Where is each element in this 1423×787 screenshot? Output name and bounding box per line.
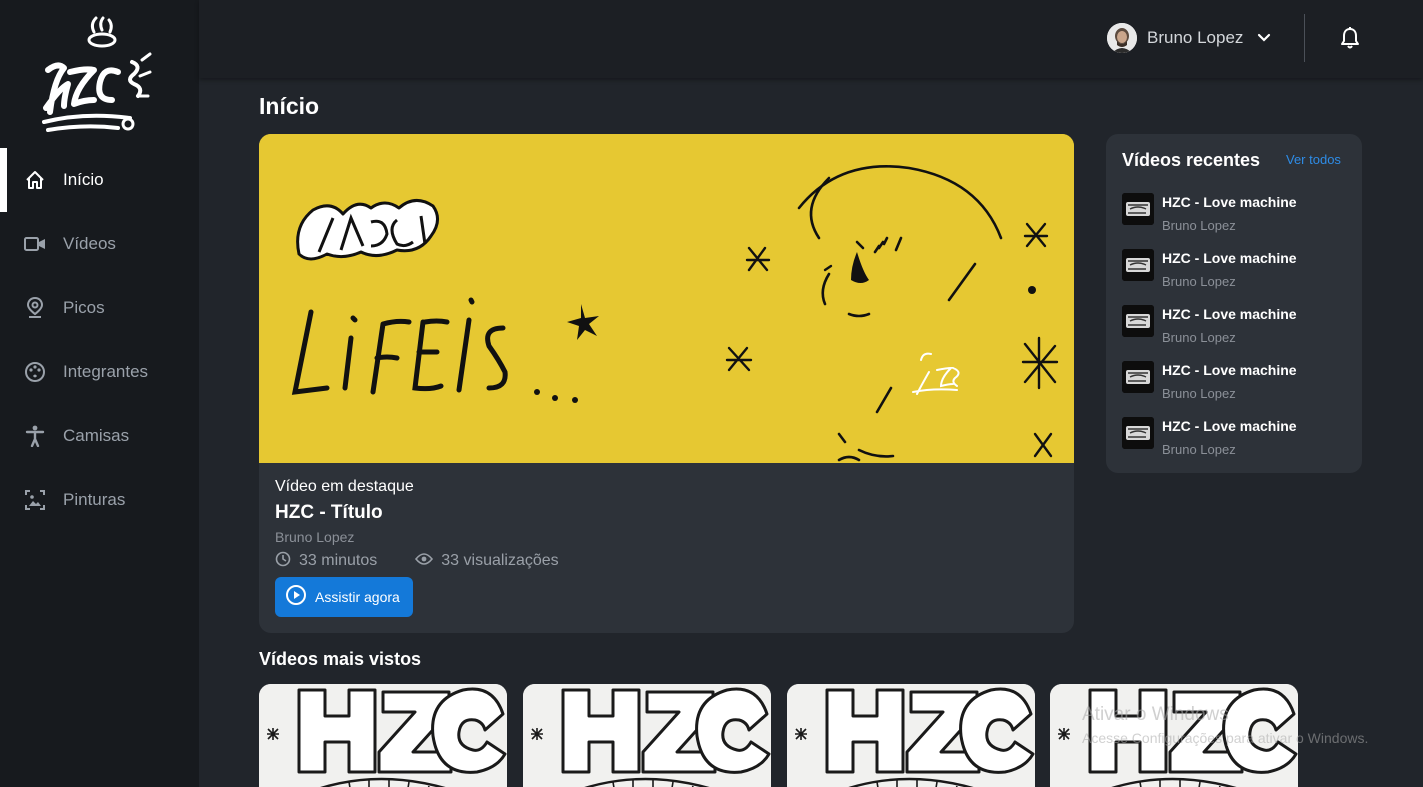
- user-name: Bruno Lopez: [1147, 28, 1244, 47]
- eye-icon: [415, 552, 441, 570]
- sidebar-item-pinturas[interactable]: Pinturas: [0, 468, 199, 532]
- bell-icon[interactable]: [1339, 26, 1361, 50]
- sidebar-item-picos[interactable]: Picos: [0, 276, 199, 340]
- home-icon: [23, 168, 47, 192]
- featured-label: Vídeo em destaque: [275, 478, 414, 495]
- sidebar-item-label: Pinturas: [63, 490, 126, 509]
- header-divider: [1304, 14, 1305, 62]
- video-thumbnail: [1122, 417, 1154, 449]
- avatar: [1107, 23, 1137, 53]
- sidebar-item-camisas[interactable]: Camisas: [0, 404, 199, 468]
- recent-video-item[interactable]: HZC - Love machine Bruno Lopez: [1122, 361, 1352, 409]
- recent-videos-panel: Vídeos recentes Ver todos HZC - Love mac…: [1106, 134, 1362, 473]
- most-viewed-video-card[interactable]: [787, 684, 1035, 787]
- video-camera-icon: [23, 232, 47, 256]
- see-all-link[interactable]: Ver todos: [1286, 152, 1341, 167]
- sidebar-item-integrantes[interactable]: Integrantes: [0, 340, 199, 404]
- hzc-logo[interactable]: [36, 10, 162, 136]
- featured-title: HZC - Título: [275, 502, 383, 523]
- recent-video-item[interactable]: HZC - Love machine Bruno Lopez: [1122, 305, 1352, 353]
- sidebar-item-label: Integrantes: [63, 362, 149, 381]
- most-viewed-video-card[interactable]: [259, 684, 507, 787]
- watch-now-label: Assistir agora: [315, 589, 400, 605]
- video-thumbnail: [1122, 361, 1154, 393]
- featured-author: Bruno Lopez: [275, 529, 355, 545]
- clock-icon: [275, 551, 299, 572]
- sidebar-item-label: Início: [63, 170, 104, 189]
- recent-videos-title: Vídeos recentes: [1122, 150, 1261, 170]
- most-viewed-title: Vídeos mais vistos: [259, 649, 422, 669]
- sidebar-item-inicio[interactable]: Início: [0, 148, 199, 212]
- play-circle-icon: [285, 584, 307, 611]
- person-icon: [23, 424, 47, 448]
- featured-video-card: Vídeo em destaque HZC - Título Bruno Lop…: [259, 134, 1074, 633]
- windows-activation-watermark: Ativar o Windows Acesse Configurações pa…: [1082, 704, 1369, 746]
- chevron-down-icon[interactable]: [1257, 31, 1271, 45]
- recent-video-item[interactable]: HZC - Love machine Bruno Lopez: [1122, 249, 1352, 297]
- sidebar: Início Vídeos Picos Integrantes Camisas …: [0, 0, 199, 787]
- featured-video-thumbnail[interactable]: [259, 134, 1074, 463]
- active-indicator: [0, 148, 7, 212]
- video-thumbnail: [1122, 305, 1154, 337]
- page-title: Início: [259, 93, 320, 119]
- user-menu[interactable]: Bruno Lopez: [1107, 22, 1271, 54]
- top-bar: Bruno Lopez: [199, 0, 1423, 78]
- sidebar-item-label: Picos: [63, 298, 105, 317]
- view-count: 33 visualizações: [415, 552, 559, 570]
- video-thumbnail: [1122, 193, 1154, 225]
- map-pin-icon: [23, 296, 47, 320]
- sidebar-item-videos[interactable]: Vídeos: [0, 212, 199, 276]
- duration: 33 minutos: [275, 551, 377, 572]
- sidebar-item-label: Vídeos: [63, 234, 116, 253]
- featured-meta: 33 minutos 33 visualizações: [275, 551, 559, 571]
- image-icon: [23, 488, 47, 512]
- most-viewed-video-card[interactable]: [523, 684, 771, 787]
- recent-video-item[interactable]: HZC - Love machine Bruno Lopez: [1122, 417, 1352, 465]
- recent-video-item[interactable]: HZC - Love machine Bruno Lopez: [1122, 193, 1352, 241]
- video-thumbnail: [1122, 249, 1154, 281]
- watch-now-button[interactable]: Assistir agora: [275, 577, 413, 617]
- palette-icon: [23, 360, 47, 384]
- sidebar-item-label: Camisas: [63, 426, 130, 445]
